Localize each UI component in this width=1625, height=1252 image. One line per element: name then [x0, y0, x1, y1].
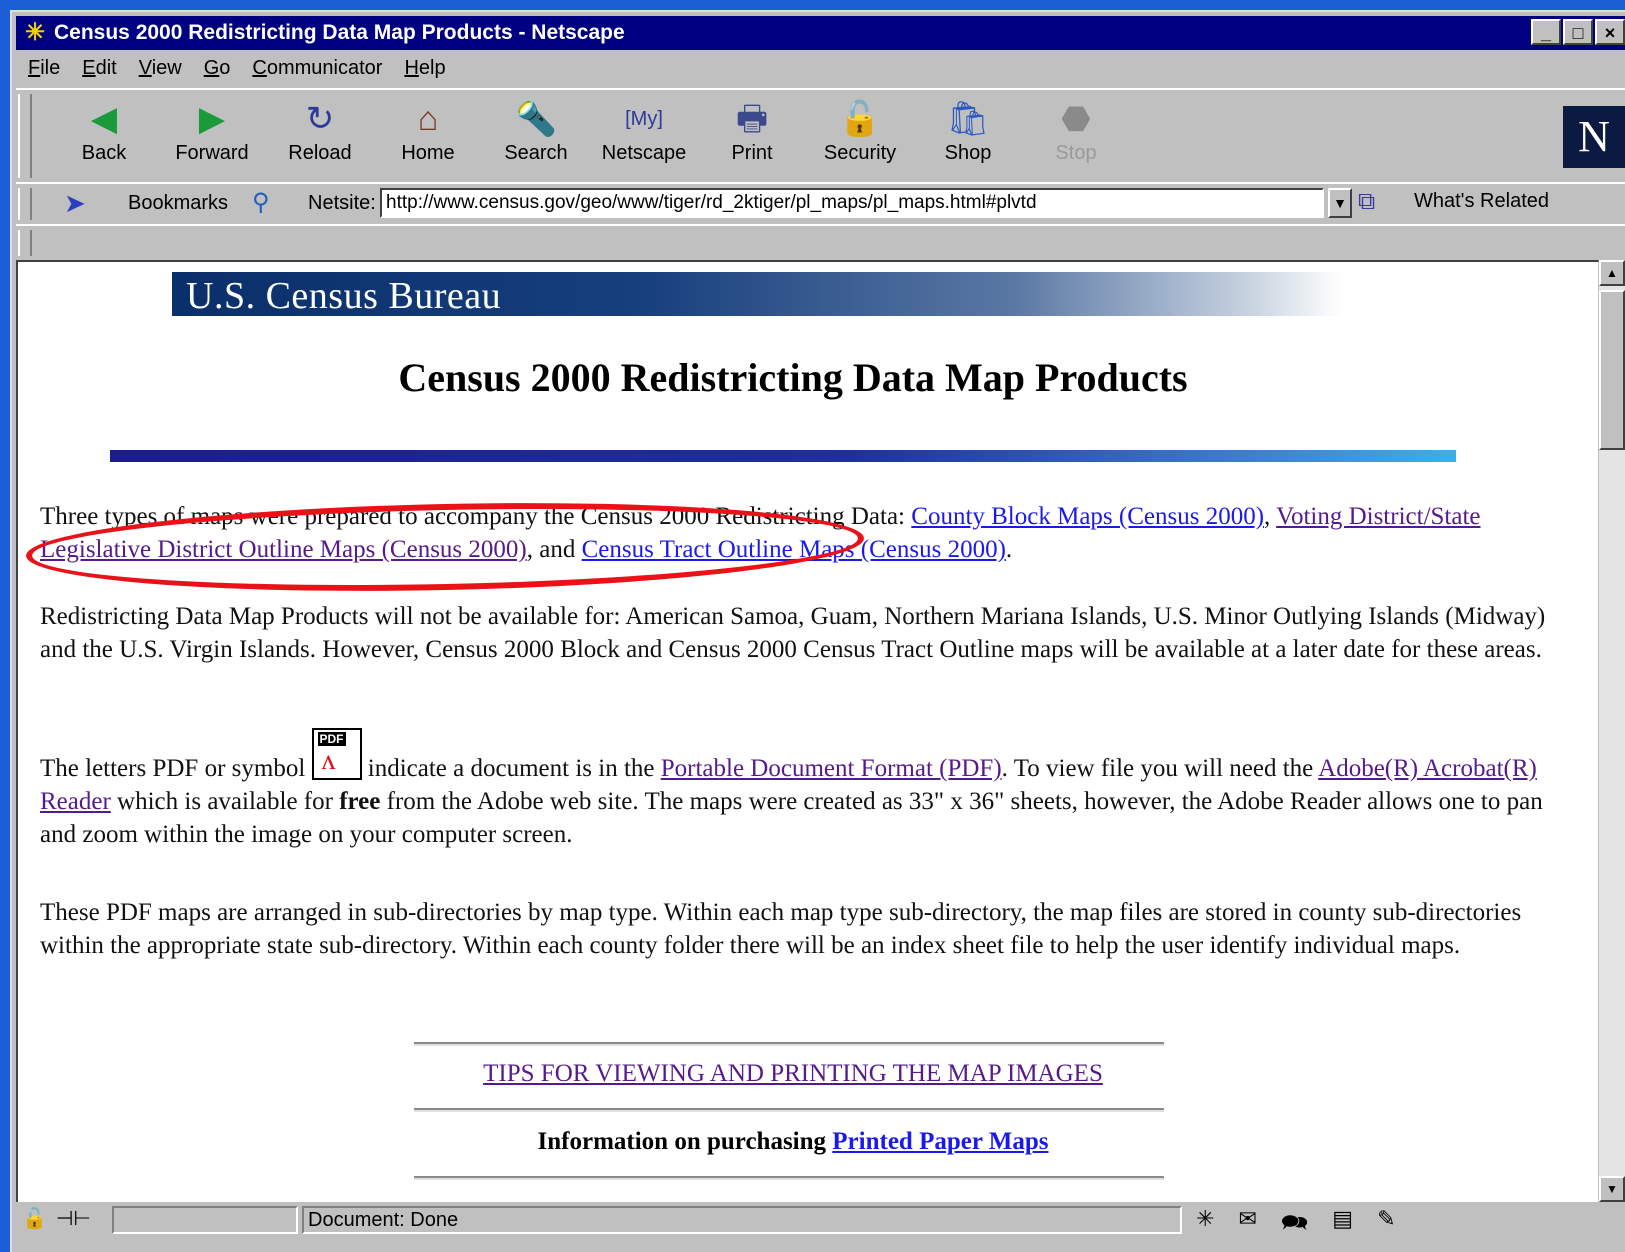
purchase-section: Information on purchasing Printed Paper … [537, 1128, 1049, 1155]
page-viewport[interactable]: U.S. Census Bureau Census 2000 Redistric… [16, 260, 1598, 1202]
padlock-icon: 🔓 [838, 100, 882, 138]
whats-related-icon[interactable]: ⧉ [1358, 188, 1375, 216]
back-button[interactable]: ◀ Back [54, 96, 154, 176]
stop-icon: ⬣ [1061, 100, 1091, 138]
maximize-button[interactable]: □ [1563, 19, 1593, 45]
forward-arrow-icon: ▶ [198, 100, 226, 138]
connection-status-icon: ⊣⊢ [56, 1208, 91, 1230]
status-bar: 🔓 ⊣⊢ Document: Done ✳ ✉ 🗪 ▤ ✎ [16, 1204, 1625, 1238]
menu-view[interactable]: View [139, 57, 182, 80]
tips-link[interactable]: TIPS FOR VIEWING AND PRINTING THE MAP IM… [483, 1060, 1103, 1087]
newsgroups-icon[interactable]: 🗪 [1281, 1206, 1308, 1244]
scroll-up-icon: ▲ [1606, 266, 1618, 280]
location-grip[interactable] [18, 188, 32, 220]
printed-paper-maps-link[interactable]: Printed Paper Maps [832, 1128, 1048, 1155]
netscape-star-icon: ✳ [24, 19, 46, 46]
acrobat-symbol-icon: ᴧ [321, 745, 336, 776]
status-text: Document: Done [302, 1206, 1182, 1234]
toolbar-grip[interactable] [18, 94, 32, 178]
composer-icon[interactable]: ✎ [1377, 1206, 1395, 1244]
paragraph-pdf-info: The letters PDF or symbol PDF ᴧ indicate … [40, 728, 1550, 851]
menu-file[interactable]: File [28, 57, 60, 80]
banner-text: U.S. Census Bureau [186, 275, 502, 317]
shop-button[interactable]: 🛍 Shop [918, 96, 1018, 176]
location-toolbar: ➤ Bookmarks ⚲ Netsite: http://www.census… [16, 182, 1625, 226]
security-button[interactable]: 🔓 Security [810, 96, 910, 176]
title-bar[interactable]: ✳ Census 2000 Redistricting Data Map Pro… [16, 16, 1625, 50]
netscape-logo[interactable]: N [1563, 106, 1625, 168]
netsite-label: Netsite: [308, 192, 376, 214]
address-book-icon[interactable]: ▤ [1332, 1206, 1353, 1244]
menu-bar: File Edit View Go Communicator Help [16, 52, 1625, 84]
scroll-up-button[interactable]: ▲ [1599, 260, 1625, 286]
security-lock-icon[interactable]: 🔓 [22, 1206, 47, 1231]
bookmarks-button[interactable]: Bookmarks [128, 192, 228, 215]
reload-button[interactable]: ↻ Reload [270, 96, 370, 176]
home-button[interactable]: ⌂ Home [378, 96, 478, 176]
county-block-maps-link[interactable]: County Block Maps (Census 2000) [911, 503, 1264, 530]
search-icon: 🔦 [514, 100, 558, 138]
home-icon: ⌂ [417, 100, 439, 138]
my-netscape-button[interactable]: [My] Netscape [594, 96, 694, 176]
close-button[interactable]: × [1595, 19, 1625, 45]
chevron-down-icon: ▼ [1333, 195, 1347, 211]
personal-toolbar [16, 224, 1625, 262]
printer-icon: 🖶 [735, 100, 769, 138]
reload-icon: ↻ [305, 100, 335, 138]
menu-communicator[interactable]: Communicator [252, 57, 382, 80]
menu-help[interactable]: Help [404, 57, 445, 80]
scroll-down-icon: ▼ [1606, 1182, 1618, 1196]
print-button[interactable]: 🖶 Print [702, 96, 802, 176]
shop-bag-icon: 🛍 [946, 100, 990, 138]
title-rule [110, 450, 1456, 462]
url-field[interactable]: http://www.census.gov/geo/www/tiger/rd_2… [380, 188, 1324, 218]
vertical-scrollbar[interactable]: ▲ ▼ [1599, 260, 1625, 1202]
bookmarks-icon[interactable]: ➤ [64, 188, 86, 219]
whats-related-button[interactable]: What's Related [1414, 190, 1549, 213]
search-button[interactable]: 🔦 Search [486, 96, 586, 176]
scroll-down-button[interactable]: ▼ [1599, 1176, 1625, 1202]
window-controls: _ □ × [1531, 19, 1625, 45]
back-arrow-icon: ◀ [90, 100, 118, 138]
navigation-toolbar: ◀ Back ▶ Forward ↻ Reload ⌂ Home 🔦 Searc… [16, 88, 1625, 184]
progress-bar [112, 1206, 298, 1234]
my-netscape-icon: [My] [625, 108, 663, 130]
divider-1 [414, 1042, 1164, 1046]
pdf-icon: PDF ᴧ [311, 728, 362, 780]
window-title: Census 2000 Redistricting Data Map Produ… [54, 21, 625, 44]
scroll-thumb[interactable] [1599, 290, 1625, 450]
forward-button[interactable]: ▶ Forward [162, 96, 262, 176]
menu-go[interactable]: Go [204, 57, 231, 80]
netsite-icon: ⚲ [252, 189, 270, 216]
navigator-icon[interactable]: ✳ [1196, 1206, 1214, 1244]
stop-button[interactable]: ⬣ Stop [1026, 96, 1126, 176]
netscape-window: ✳ Census 2000 Redistricting Data Map Pro… [10, 10, 1625, 1252]
divider-2 [414, 1108, 1164, 1112]
mail-icon[interactable]: ✉ [1238, 1206, 1256, 1244]
paragraph-availability: Redistricting Data Map Products will not… [40, 603, 1546, 663]
url-dropdown-button[interactable]: ▼ [1328, 188, 1352, 218]
menu-edit[interactable]: Edit [82, 57, 116, 80]
component-bar: ✳ ✉ 🗪 ▤ ✎ [1196, 1206, 1396, 1244]
page-title: Census 2000 Redistricting Data Map Produ… [398, 355, 1188, 400]
census-banner: U.S. Census Bureau [172, 272, 1342, 317]
divider-3 [414, 1176, 1164, 1180]
tips-section: TIPS FOR VIEWING AND PRINTING THE MAP IM… [18, 1060, 1568, 1088]
pdf-format-link[interactable]: Portable Document Format (PDF) [661, 755, 1002, 782]
paragraph-directory-info: These PDF maps are arranged in sub-direc… [40, 899, 1522, 959]
minimize-button[interactable]: _ [1531, 19, 1561, 45]
personal-toolbar-grip[interactable] [18, 230, 32, 256]
